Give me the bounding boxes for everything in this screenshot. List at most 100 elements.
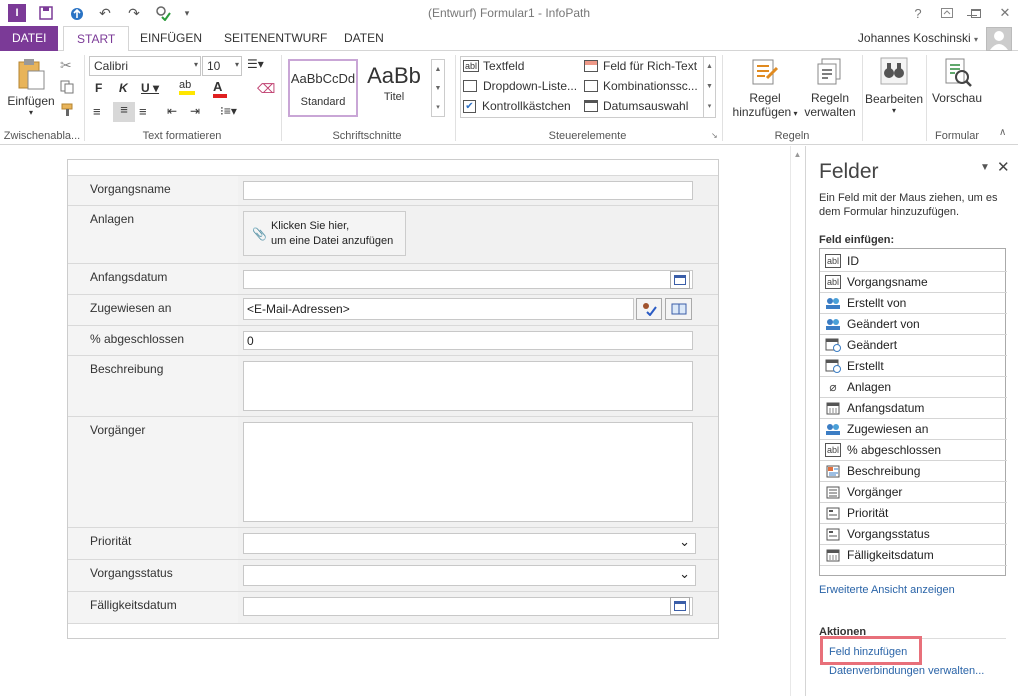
add-field-link[interactable]: Feld hinzufügen <box>829 646 907 658</box>
faelligkeitsdatum-input[interactable] <box>243 597 693 616</box>
field-item-erstellt-von[interactable]: Erstellt von <box>820 293 1007 314</box>
cut-icon[interactable]: ✂ <box>60 57 72 74</box>
manage-rules-icon <box>817 58 841 85</box>
prioritaet-select[interactable]: ⌄ <box>243 533 696 554</box>
field-item-vorgaenger[interactable]: Vorgänger <box>820 482 1007 503</box>
anfangsdatum-input[interactable] <box>243 270 693 289</box>
field-item-anlagen[interactable]: ⌀ Anlagen <box>820 377 1007 398</box>
preview-button[interactable]: Vorschau <box>928 56 986 105</box>
manage-rules-button[interactable]: Regeln verwalten <box>801 56 859 119</box>
font-name-combo[interactable]: Calibri ▾ <box>89 56 201 76</box>
field-item-geaendert-von[interactable]: Geändert von <box>820 314 1007 335</box>
dialog-launcher-icon[interactable]: ↘ <box>711 131 718 140</box>
collapse-ribbon-icon[interactable]: ∧ <box>999 127 1006 138</box>
field-item-vorgangsname[interactable]: abl Vorgangsname <box>820 272 1007 293</box>
line-spacing-icon[interactable]: ☰▾ <box>247 57 264 71</box>
bullets-icon[interactable]: ⁝≡▾ <box>220 104 237 118</box>
avatar[interactable] <box>986 27 1012 51</box>
zugewiesen-input[interactable]: <E-Mail-Adressen> <box>243 298 634 320</box>
tab-file[interactable]: DATEI <box>0 26 59 51</box>
format-painter-icon[interactable] <box>60 103 76 120</box>
vorgangsname-input[interactable] <box>243 181 693 200</box>
close-button[interactable]: ✕ <box>993 2 1017 24</box>
styles-group-label: Schriftschnitte <box>332 130 402 142</box>
styles-gallery-scroll[interactable]: ▲ ▼ ▾ <box>431 59 445 117</box>
tab-insert[interactable]: EINFÜGEN <box>127 26 215 51</box>
field-item-anfangsdatum[interactable]: Anfangsdatum <box>820 398 1007 419</box>
font-color-icon[interactable]: A <box>213 79 227 98</box>
control-datepicker[interactable]: Datumsauswahl <box>584 99 688 113</box>
vorgaenger-input[interactable] <box>243 422 693 522</box>
field-item-id[interactable]: abl ID <box>820 251 1007 272</box>
pane-options-icon[interactable]: ▼ <box>980 162 990 173</box>
style-standard[interactable]: AaBbCcDd Standard <box>288 59 358 117</box>
vorgangsstatus-select[interactable]: ⌄ <box>243 565 696 586</box>
user-name[interactable]: Johannes Koschinski ▾ <box>858 31 978 45</box>
add-rule-icon <box>752 59 779 85</box>
calendar-button[interactable] <box>670 271 690 289</box>
calendar-icon <box>674 275 686 285</box>
calendar-button[interactable] <box>670 597 690 615</box>
field-item-prioritaet[interactable]: Priorität <box>820 503 1007 524</box>
advanced-view-link[interactable]: Erweiterte Ansicht anzeigen <box>819 584 955 596</box>
help-button[interactable]: ? <box>906 2 930 24</box>
check-names-button[interactable] <box>636 298 662 320</box>
font-size-combo[interactable]: 10 ▾ <box>202 56 242 76</box>
address-book-icon <box>671 303 686 315</box>
bold-button[interactable]: F <box>95 81 102 95</box>
rich-text-icon <box>825 464 841 478</box>
control-checkbox[interactable]: ✔ Kontrollkästchen <box>463 99 571 113</box>
field-item-abgeschlossen[interactable]: abl % abgeschlossen <box>820 440 1007 461</box>
pane-description: Ein Feld mit der Maus ziehen, um es dem … <box>819 192 998 218</box>
beschreibung-input[interactable] <box>243 361 693 411</box>
align-left-icon[interactable]: ≡ <box>93 104 101 119</box>
align-right-icon[interactable]: ≡ <box>139 104 147 119</box>
field-item-erstellt[interactable]: Erstellt <box>820 356 1007 377</box>
control-combobox[interactable]: Kombinationssc... <box>584 79 698 93</box>
underline-button[interactable]: U ▾ <box>141 81 159 95</box>
row-abgeschlossen: % abgeschlossen 0 <box>68 326 718 356</box>
field-item-label: Vorgangsname <box>847 275 928 289</box>
field-item-zugewiesen-an[interactable]: Zugewiesen an <box>820 419 1007 440</box>
field-item-label: Geändert von <box>847 317 920 331</box>
field-item-geaendert[interactable]: Geändert <box>820 335 1007 356</box>
abgeschlossen-input[interactable]: 0 <box>243 331 693 350</box>
italic-button[interactable]: K <box>119 81 128 95</box>
paste-icon <box>18 59 45 90</box>
vertical-scrollbar[interactable]: ▲ <box>790 146 804 696</box>
pane-close-icon[interactable]: ✕ <box>997 158 1010 176</box>
style-title[interactable]: AaBb Titel <box>361 59 427 117</box>
tab-start[interactable]: START <box>63 26 130 52</box>
tab-data[interactable]: DATEN <box>331 26 397 51</box>
ribbon-display-options-icon[interactable] <box>935 2 959 24</box>
manage-data-connections-link[interactable]: Datenverbindungen verwalten... <box>829 665 984 677</box>
field-list: abl ID abl Vorgangsname Erstellt von Geänd… <box>819 248 1007 576</box>
label-vorgangsname: Vorgangsname <box>90 182 171 196</box>
field-item-faelligkeitsdatum[interactable]: Fälligkeitsdatum <box>820 545 1007 566</box>
tab-page-design[interactable]: SEITENENTWURF <box>211 26 340 51</box>
scroll-up-icon[interactable]: ▲ <box>791 150 804 159</box>
rich-text-icon <box>584 60 598 72</box>
copy-icon[interactable] <box>60 80 74 97</box>
paste-button[interactable]: Einfügen ▾ <box>5 57 57 123</box>
clear-formatting-icon[interactable]: ⌫ <box>257 81 275 97</box>
field-item-label: % abgeschlossen <box>847 443 942 457</box>
highlight-icon[interactable]: ab <box>179 79 195 95</box>
control-dropdown[interactable]: Dropdown-Liste... <box>463 79 577 93</box>
control-textbox[interactable]: abl Textfeld <box>463 59 524 73</box>
font-name-value: Calibri <box>94 59 129 73</box>
decrease-indent-icon[interactable]: ⇤ <box>167 104 177 118</box>
controls-gallery-scroll[interactable]: ▲ ▼ ▾ <box>703 57 715 117</box>
align-center-icon[interactable]: ≡ <box>113 102 135 122</box>
attach-file-button[interactable]: 📎 Klicken Sie hier, um eine Datei anzufü… <box>243 211 406 256</box>
people-icon <box>825 317 841 331</box>
maximize-button[interactable] <box>964 2 988 24</box>
increase-indent-icon[interactable]: ⇥ <box>190 104 200 118</box>
field-item-vorgangsstatus[interactable]: Vorgangsstatus <box>820 524 1007 545</box>
add-rule-button[interactable]: Regel hinzufügen ▾ <box>729 56 801 119</box>
edit-button[interactable]: Bearbeiten ▾ <box>864 56 924 115</box>
control-richtext[interactable]: Feld für Rich-Text <box>584 59 697 73</box>
address-book-button[interactable] <box>665 298 692 320</box>
field-item-beschreibung[interactable]: Beschreibung <box>820 461 1007 482</box>
row-vorgangsname: Vorgangsname <box>68 176 718 206</box>
